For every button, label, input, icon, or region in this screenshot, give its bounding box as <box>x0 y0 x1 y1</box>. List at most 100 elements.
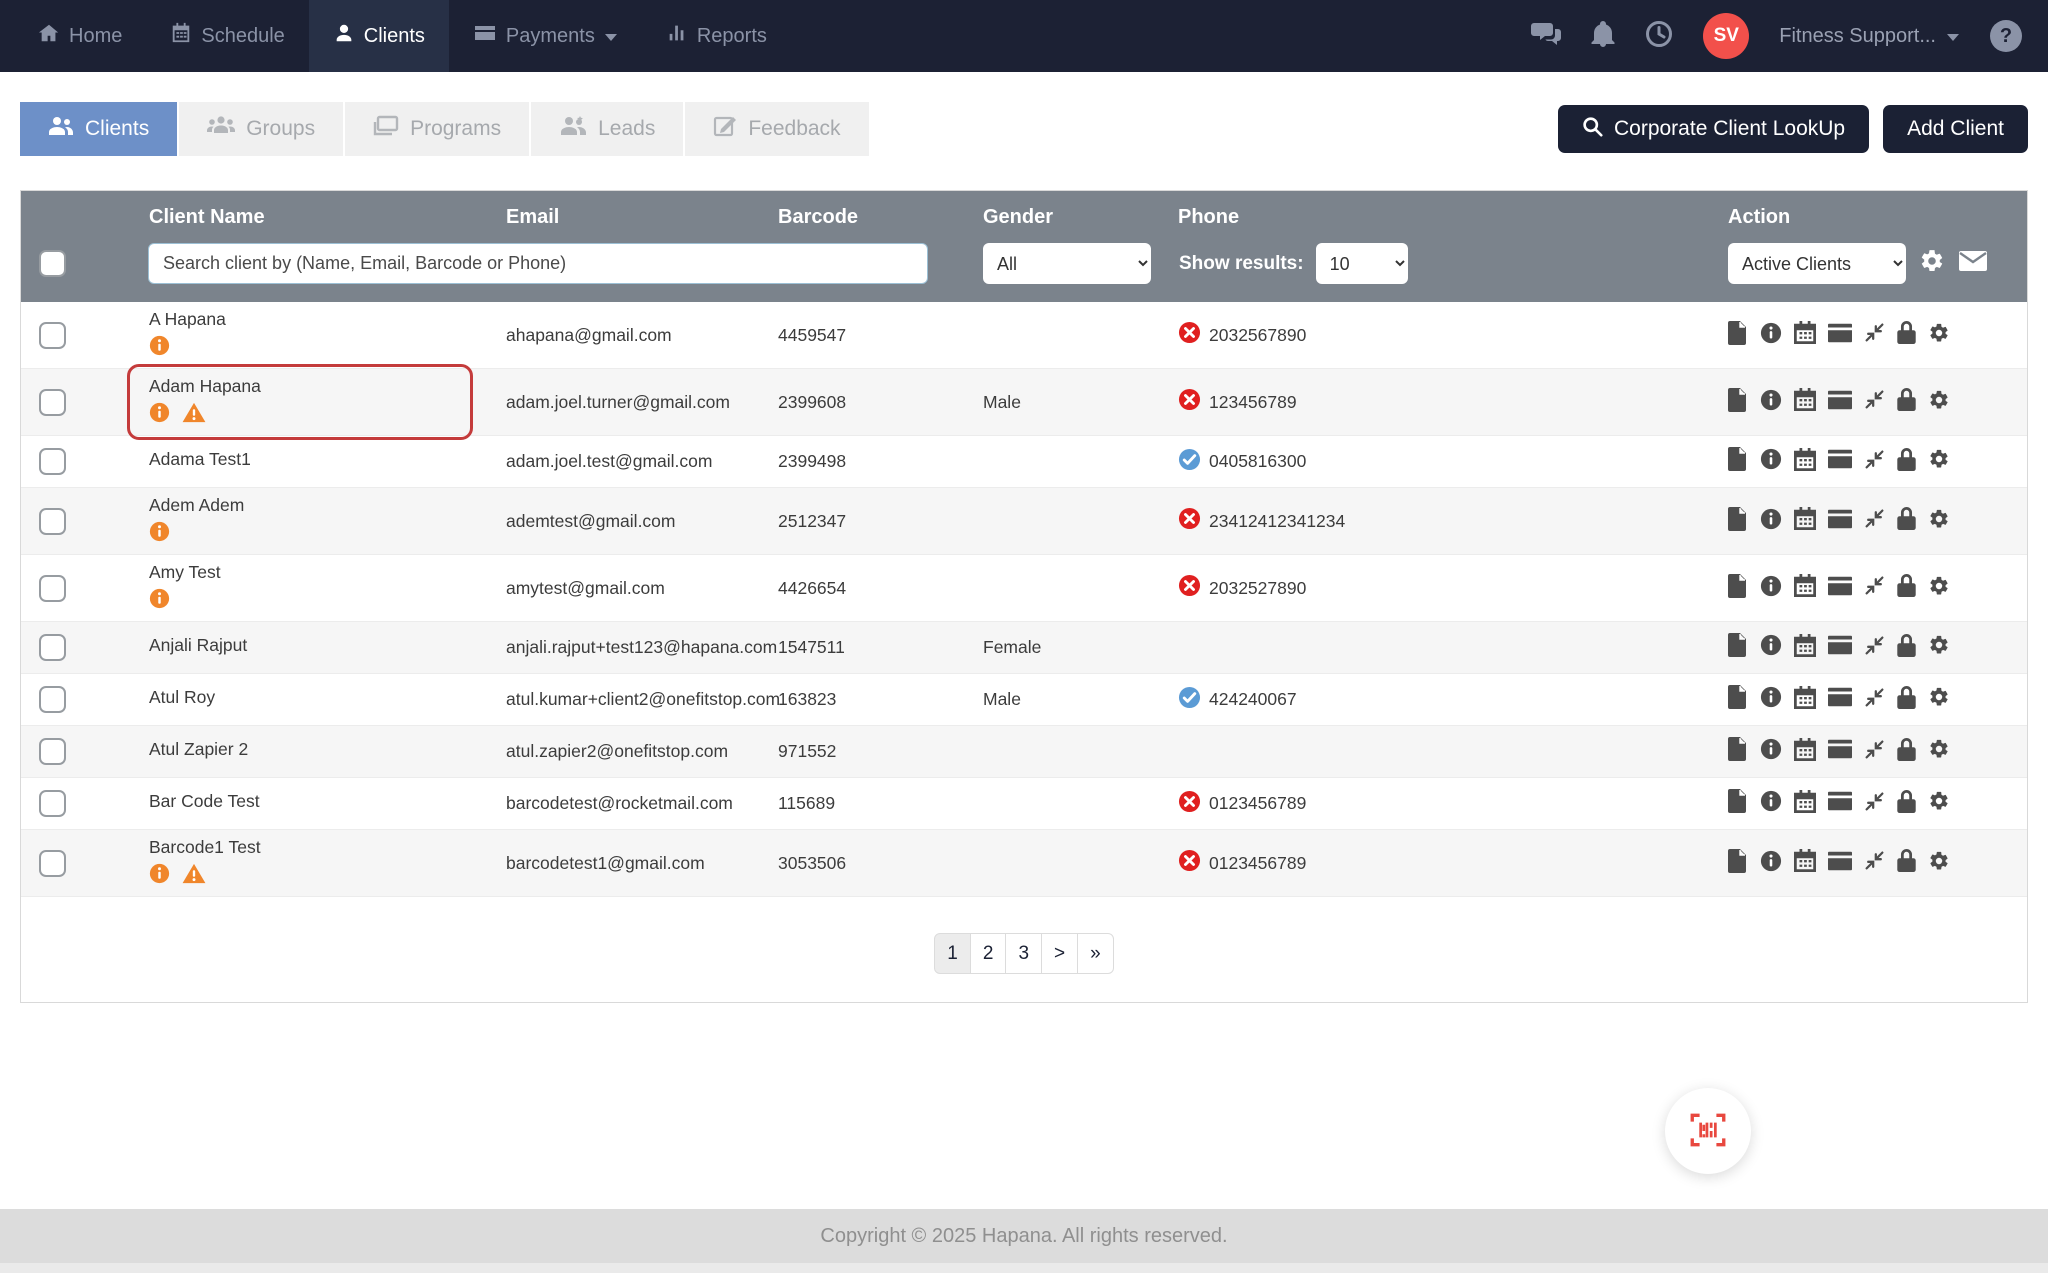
compress-icon[interactable] <box>1864 687 1885 713</box>
compress-icon[interactable] <box>1864 791 1885 817</box>
calendar-icon[interactable] <box>1794 685 1816 714</box>
credit-card-icon[interactable] <box>1828 509 1852 534</box>
lock-icon[interactable] <box>1897 849 1916 877</box>
row-checkbox[interactable] <box>39 388 66 416</box>
client-name[interactable]: Adam Hapana <box>149 376 451 397</box>
info-icon[interactable] <box>149 402 170 428</box>
lock-icon[interactable] <box>1897 507 1916 535</box>
calendar-icon[interactable] <box>1794 789 1816 818</box>
credit-card-icon[interactable] <box>1828 323 1852 348</box>
row-checkbox[interactable] <box>39 507 66 535</box>
credit-card-icon[interactable] <box>1828 791 1852 816</box>
clock-icon[interactable] <box>1645 20 1673 53</box>
compress-icon[interactable] <box>1864 322 1885 348</box>
compress-icon[interactable] <box>1864 739 1885 765</box>
gear-icon[interactable] <box>1928 634 1950 661</box>
barcode-scan-button[interactable] <box>1665 1088 1751 1174</box>
lock-icon[interactable] <box>1897 321 1916 349</box>
info-circle-icon[interactable] <box>1760 508 1782 535</box>
page-button[interactable]: > <box>1041 933 1079 974</box>
nav-item-payments[interactable]: Payments <box>449 0 642 72</box>
show-results-select[interactable]: 10 <box>1315 243 1408 284</box>
credit-card-icon[interactable] <box>1828 449 1852 474</box>
credit-card-icon[interactable] <box>1828 739 1852 764</box>
compress-icon[interactable] <box>1864 508 1885 534</box>
nav-item-reports[interactable]: Reports <box>642 0 791 72</box>
gear-icon[interactable] <box>1928 508 1950 535</box>
envelope-icon[interactable] <box>1958 249 1988 278</box>
gear-icon[interactable] <box>1928 322 1950 349</box>
corporate-client-lookup-button[interactable]: Corporate Client LookUp <box>1557 105 1870 153</box>
info-icon[interactable] <box>149 521 170 547</box>
document-icon[interactable] <box>1728 506 1748 536</box>
document-icon[interactable] <box>1728 387 1748 417</box>
compress-icon[interactable] <box>1864 635 1885 661</box>
credit-card-icon[interactable] <box>1828 390 1852 415</box>
client-name[interactable]: Atul Zapier 2 <box>149 739 451 760</box>
gear-icon[interactable] <box>1919 248 1945 279</box>
page-button[interactable]: 3 <box>1005 933 1043 974</box>
document-icon[interactable] <box>1728 685 1748 714</box>
gear-icon[interactable] <box>1928 575 1950 602</box>
tab-feedback[interactable]: Feedback <box>685 102 869 156</box>
info-circle-icon[interactable] <box>1760 850 1782 877</box>
calendar-icon[interactable] <box>1794 321 1816 349</box>
credit-card-icon[interactable] <box>1828 851 1852 876</box>
info-icon[interactable] <box>149 588 170 614</box>
info-circle-icon[interactable] <box>1760 634 1782 661</box>
document-icon[interactable] <box>1728 789 1748 818</box>
info-circle-icon[interactable] <box>1760 738 1782 765</box>
gear-icon[interactable] <box>1928 850 1950 877</box>
page-button[interactable]: 2 <box>969 933 1007 974</box>
lock-icon[interactable] <box>1897 633 1916 662</box>
search-input[interactable] <box>148 243 928 284</box>
tab-groups[interactable]: Groups <box>179 102 344 156</box>
info-circle-icon[interactable] <box>1760 686 1782 713</box>
nav-item-clients[interactable]: Clients <box>308 0 449 72</box>
document-icon[interactable] <box>1728 737 1748 766</box>
warning-icon[interactable] <box>182 402 206 428</box>
info-icon[interactable] <box>149 863 170 889</box>
client-name[interactable]: Amy Test <box>149 562 451 583</box>
lock-icon[interactable] <box>1897 789 1916 818</box>
credit-card-icon[interactable] <box>1828 687 1852 712</box>
client-name[interactable]: A Hapana <box>149 309 451 330</box>
tab-clients[interactable]: Clients <box>20 102 178 156</box>
lock-icon[interactable] <box>1897 685 1916 714</box>
row-checkbox[interactable] <box>39 634 66 661</box>
lock-icon[interactable] <box>1897 737 1916 766</box>
compress-icon[interactable] <box>1864 389 1885 415</box>
client-name[interactable]: Adama Test1 <box>149 449 451 470</box>
client-status-filter-select[interactable]: Active Clients <box>1728 243 1906 284</box>
document-icon[interactable] <box>1728 633 1748 662</box>
info-circle-icon[interactable] <box>1760 389 1782 416</box>
document-icon[interactable] <box>1728 848 1748 878</box>
compress-icon[interactable] <box>1864 449 1885 475</box>
gear-icon[interactable] <box>1928 738 1950 765</box>
client-name[interactable]: Anjali Rajput <box>149 635 451 656</box>
nav-item-schedule[interactable]: Schedule <box>146 0 308 72</box>
row-checkbox[interactable] <box>39 790 66 817</box>
row-checkbox[interactable] <box>39 448 66 475</box>
calendar-icon[interactable] <box>1794 507 1816 535</box>
warning-icon[interactable] <box>182 863 206 889</box>
client-name[interactable]: Atul Roy <box>149 687 451 708</box>
credit-card-icon[interactable] <box>1828 635 1852 660</box>
document-icon[interactable] <box>1728 320 1748 350</box>
nav-item-home[interactable]: Home <box>14 0 146 72</box>
row-checkbox[interactable] <box>39 321 66 349</box>
tab-leads[interactable]: Leads <box>531 102 684 156</box>
document-icon[interactable] <box>1728 447 1748 476</box>
document-icon[interactable] <box>1728 573 1748 603</box>
select-all-checkbox[interactable] <box>39 250 66 277</box>
help-icon[interactable]: ? <box>1990 20 2022 52</box>
page-button[interactable]: 1 <box>934 933 971 974</box>
user-menu[interactable]: Fitness Support... <box>1779 25 1960 48</box>
calendar-icon[interactable] <box>1794 388 1816 416</box>
gear-icon[interactable] <box>1928 790 1950 817</box>
calendar-icon[interactable] <box>1794 447 1816 476</box>
info-circle-icon[interactable] <box>1760 448 1782 475</box>
info-circle-icon[interactable] <box>1760 322 1782 349</box>
compress-icon[interactable] <box>1864 575 1885 601</box>
gear-icon[interactable] <box>1928 448 1950 475</box>
